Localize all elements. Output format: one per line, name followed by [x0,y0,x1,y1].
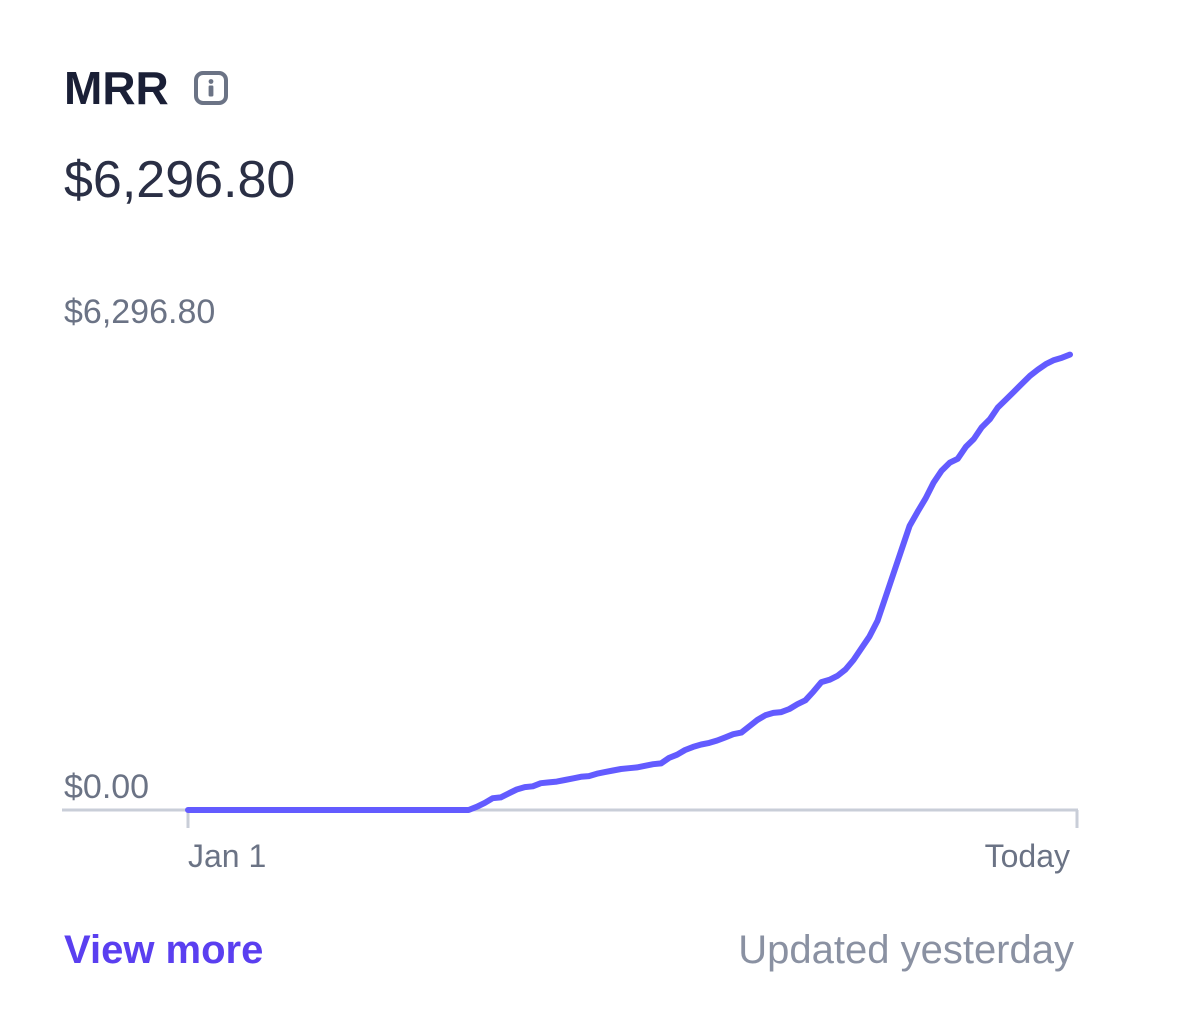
view-more-link[interactable]: View more [64,926,263,974]
updated-timestamp: Updated yesterday [738,928,1074,972]
mrr-line-chart [62,351,1079,828]
x-axis-start-label: Jan 1 [188,838,267,874]
mrr-series-line [185,351,1073,813]
x-axis-end-label: Today [984,838,1070,874]
